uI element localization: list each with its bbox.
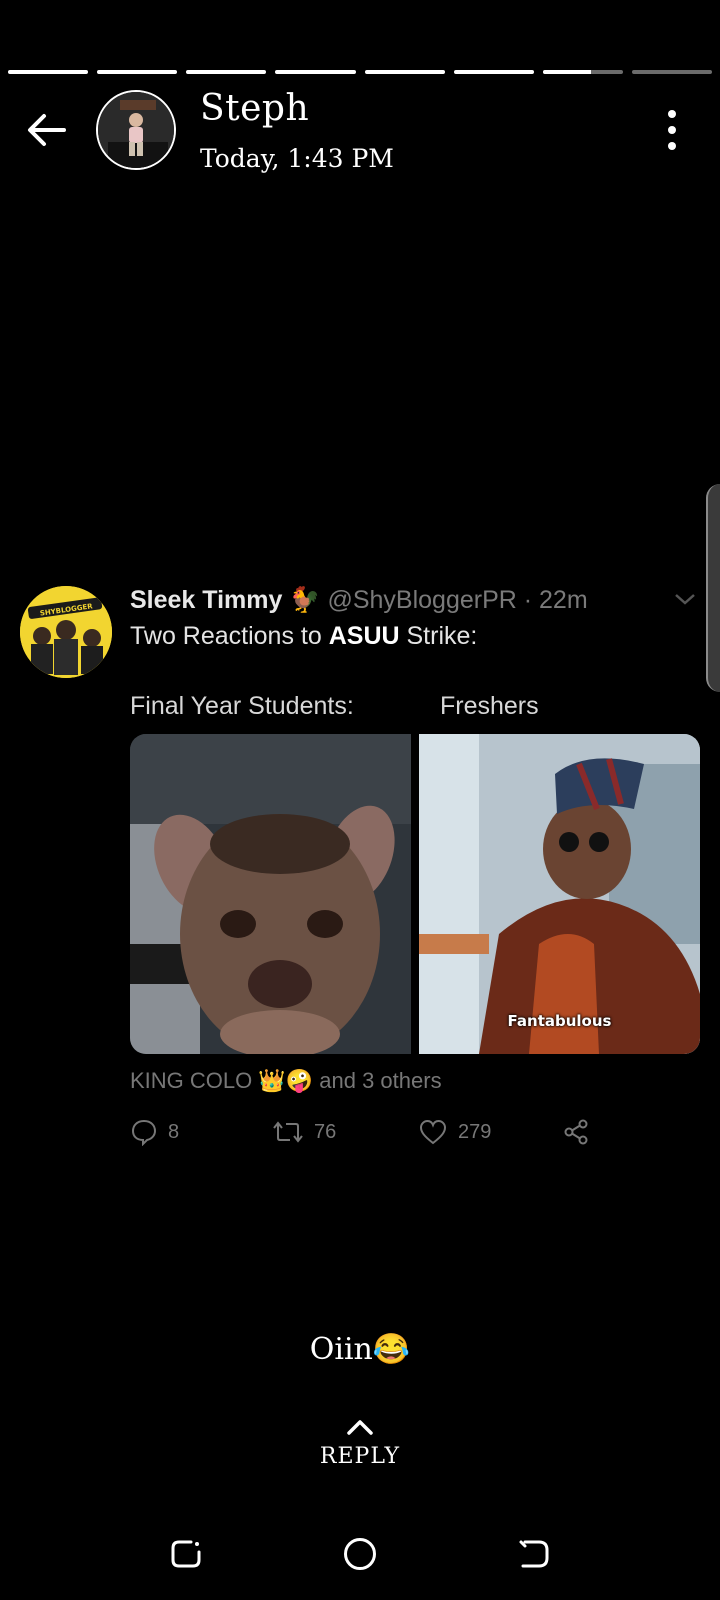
- recents-button[interactable]: [162, 1530, 210, 1578]
- back-nav-icon: [519, 1540, 549, 1568]
- reply-button[interactable]: REPLY: [0, 1418, 720, 1469]
- system-nav-bar: [0, 1510, 720, 1600]
- progress-segment: [275, 70, 356, 74]
- progress-fill: [364, 70, 445, 74]
- progress-fill: [186, 70, 267, 74]
- heart-icon: [419, 1119, 447, 1145]
- user-avatar[interactable]: [96, 90, 176, 170]
- man-image: Fantabulous: [419, 734, 700, 1054]
- progress-segment: [8, 70, 89, 74]
- back-button[interactable]: [22, 108, 70, 152]
- back-nav-button[interactable]: [510, 1530, 558, 1578]
- more-options-button[interactable]: [662, 110, 682, 150]
- chevron-down-icon: [675, 594, 695, 605]
- progress-fill: [453, 70, 534, 74]
- tweet-author-emoji: 🐓: [289, 586, 321, 614]
- dog-image: [130, 734, 411, 1054]
- progress-fill: [542, 70, 591, 74]
- tweet-media: Fantabulous: [130, 734, 700, 1054]
- chevron-up-icon: [347, 1420, 373, 1435]
- image-caption-fantabulous: Fantabulous: [507, 1012, 612, 1030]
- progress-segment: [542, 70, 623, 74]
- tweet-caption-left: Final Year Students:: [130, 692, 354, 720]
- home-button[interactable]: [336, 1530, 384, 1578]
- tweet-screenshot: SHYBLOGGER Sleek Timmy 🐓 @ShyBloggerPR ·…: [0, 578, 720, 1178]
- progress-segment: [631, 70, 712, 74]
- progress-fill: [8, 70, 89, 74]
- reply-label: REPLY: [319, 1444, 401, 1469]
- progress-fill: [97, 70, 178, 74]
- tweet-like-count: 279: [418, 1118, 491, 1146]
- tweet-liked-by: KING COLO 👑🤪 and 3 others: [130, 1068, 442, 1093]
- tweet-handle-time: @ShyBloggerPR · 22m: [327, 586, 588, 614]
- home-icon: [344, 1538, 376, 1570]
- progress-fill: [275, 70, 356, 74]
- share-icon: [564, 1119, 588, 1145]
- story-caption: Oiin😂: [309, 1332, 411, 1367]
- more-vertical-icon: [668, 110, 676, 118]
- story-progress: [8, 70, 712, 74]
- retweet-icon: [273, 1121, 303, 1143]
- progress-segment: [453, 70, 534, 74]
- story-header: Steph Today, 1:43 PM: [0, 88, 720, 173]
- recents-icon: [171, 1540, 201, 1568]
- user-name[interactable]: Steph: [200, 88, 309, 129]
- tweet-reply-count: 8: [130, 1118, 179, 1146]
- tweet-retweet-count: 76: [272, 1118, 336, 1146]
- tweet-actions: 8 76 279: [130, 1118, 610, 1152]
- comment-icon: [131, 1119, 157, 1146]
- progress-segment: [97, 70, 178, 74]
- progress-segment: [364, 70, 445, 74]
- tweet-author-avatar: SHYBLOGGER: [20, 586, 112, 678]
- tweet-header: Sleek Timmy 🐓 @ShyBloggerPR · 22m: [130, 586, 588, 615]
- story-timestamp: Today, 1:43 PM: [200, 144, 394, 173]
- tweet-author: Sleek Timmy: [130, 586, 283, 614]
- avatar-photo: [98, 92, 174, 168]
- arrow-left-icon: [28, 114, 66, 146]
- tweet-text: Two Reactions to ASUU Strike:: [130, 622, 478, 650]
- tweet-caption-right: Freshers: [440, 692, 539, 720]
- tweet-share: [562, 1118, 590, 1146]
- progress-segment: [186, 70, 267, 74]
